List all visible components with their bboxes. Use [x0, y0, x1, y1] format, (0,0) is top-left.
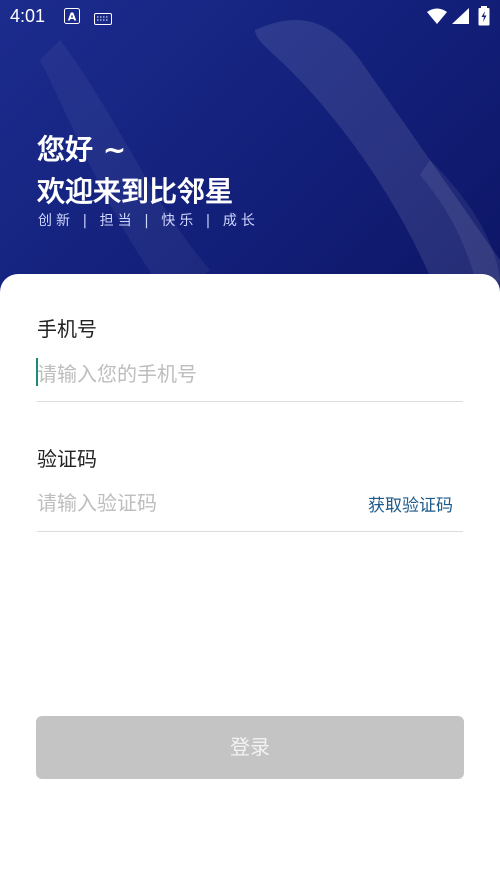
a-icon: A [64, 8, 80, 28]
get-code-button[interactable]: 获取验证码 [368, 491, 453, 516]
code-input[interactable] [37, 483, 357, 523]
signal-icon [452, 8, 469, 28]
phone-label: 手机号 [37, 317, 97, 341]
code-label: 验证码 [37, 447, 97, 471]
phone-input[interactable] [37, 354, 463, 394]
status-time: 4:01 [10, 6, 46, 26]
hero-banner: 4:01 A 您好 ~ 欢迎来到比邻星 创新 | 担当 | 快乐 | 成长 [0, 0, 500, 300]
slogan-text: 创新 | 担当 | 快乐 | 成长 [38, 213, 259, 229]
status-bar: 4:01 A [0, 0, 500, 34]
phone-divider [37, 401, 463, 402]
battery-icon [478, 6, 490, 30]
code-divider [37, 531, 463, 532]
login-button[interactable]: 登录 [36, 716, 464, 779]
welcome-title: 欢迎来到比邻星 [37, 175, 234, 208]
svg-text:A: A [68, 11, 77, 24]
greeting-text: 您好 ~ [37, 133, 127, 166]
wifi-icon [427, 8, 447, 28]
keyboard-icon [94, 10, 112, 29]
